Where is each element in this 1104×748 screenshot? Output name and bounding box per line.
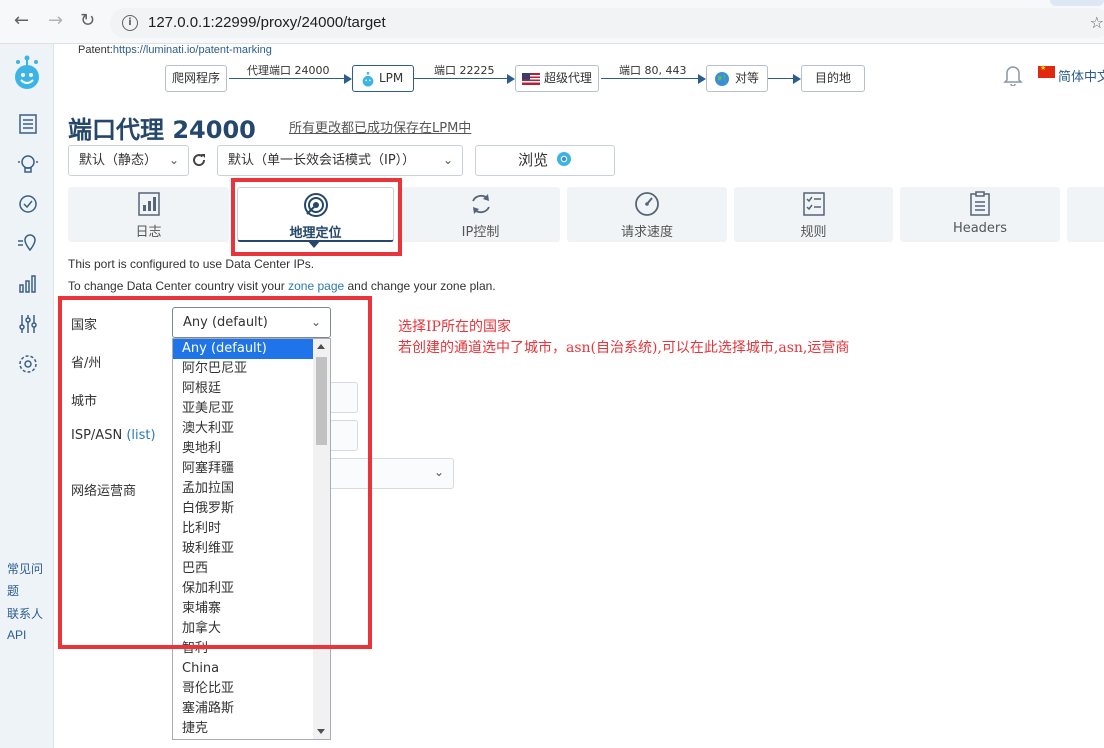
pipeline-connector bbox=[601, 78, 699, 79]
sliders-icon[interactable] bbox=[16, 312, 40, 336]
highlight-frame-tab bbox=[231, 178, 402, 256]
pipeline-lpm: LPM bbox=[352, 65, 414, 92]
url-text[interactable]: 127.0.0.1:22999/proxy/24000/target bbox=[148, 14, 386, 31]
tab-overflow[interactable] bbox=[1067, 187, 1104, 242]
tab-request-speed[interactable]: 请求速度 bbox=[567, 187, 727, 242]
country-option[interactable]: 哥伦比亚 bbox=[173, 679, 314, 699]
patent-label: Patent: bbox=[78, 44, 113, 56]
pipeline-arrow bbox=[344, 74, 352, 84]
browser-tab-edge bbox=[1050, 0, 1104, 6]
chrome-icon bbox=[556, 152, 571, 166]
headers-icon bbox=[970, 191, 990, 216]
pipeline-port-label: 端口 22225 bbox=[434, 64, 495, 77]
luminati-logo-icon[interactable] bbox=[12, 54, 42, 90]
ip-control-icon bbox=[471, 194, 490, 214]
stats-icon[interactable] bbox=[16, 272, 40, 296]
logs-icon bbox=[137, 192, 160, 216]
tab-ip-control[interactable]: IP控制 bbox=[401, 187, 560, 242]
notification-bell-icon[interactable] bbox=[1003, 64, 1023, 86]
address-bar[interactable]: i 127.0.0.1:22999/proxy/24000/target bbox=[110, 8, 1104, 38]
zone-change-text-end: and change your zone plan. bbox=[344, 279, 496, 293]
history-icon[interactable] bbox=[16, 192, 40, 216]
patent-link[interactable]: https://luminati.io/patent-marking bbox=[113, 44, 272, 56]
faq-link[interactable]: 常见问题 bbox=[7, 558, 51, 602]
country-option[interactable]: 塞浦路斯 bbox=[173, 699, 314, 719]
pipeline-arrow bbox=[698, 74, 706, 84]
zone-info-line: This port is configured to use Data Cent… bbox=[68, 257, 315, 271]
us-flag-icon bbox=[522, 73, 540, 85]
location-icon[interactable] bbox=[16, 232, 40, 256]
pipeline-peer: 对等 bbox=[706, 65, 768, 92]
chevron-down-icon: ⌄ bbox=[433, 465, 444, 479]
zone-change-line: To change Data Center country visit your… bbox=[68, 279, 496, 293]
country-option[interactable]: 捷克 bbox=[173, 719, 314, 739]
tab-logs-label: 日志 bbox=[135, 225, 162, 240]
contact-link[interactable]: 联系人 bbox=[7, 605, 43, 622]
pipeline-destination: 目的地 bbox=[801, 65, 865, 92]
preset-select[interactable]: 默认（静态） ⌄ bbox=[68, 145, 189, 176]
globe-icon bbox=[715, 72, 729, 86]
refresh-icon[interactable] bbox=[191, 152, 207, 168]
bookmark-star-icon[interactable]: ☆ bbox=[1090, 13, 1104, 32]
pipeline-arrow bbox=[507, 74, 515, 84]
annotation-country: 选择IP所在的国家 bbox=[398, 319, 511, 335]
back-icon[interactable]: ← bbox=[14, 10, 29, 31]
tab-ip-control-label: IP控制 bbox=[461, 225, 500, 240]
scroll-down-icon[interactable] bbox=[317, 729, 325, 734]
request-speed-icon bbox=[635, 192, 659, 216]
pipeline-crawler: 爬网程序 bbox=[165, 65, 228, 92]
pipeline-connector bbox=[768, 78, 794, 79]
pipeline-connector bbox=[414, 78, 508, 79]
china-flag-icon[interactable]: ★ bbox=[1038, 64, 1055, 78]
chevron-down-icon: ⌄ bbox=[442, 153, 453, 167]
annotation-city-asn: 若创建的通道选中了城市，asn(自治系统),可以在此选择城市,asn,运营商 bbox=[398, 340, 850, 356]
tab-logs[interactable]: 日志 bbox=[68, 187, 229, 242]
pipeline-port-label: 端口 80, 443 bbox=[619, 64, 687, 77]
browse-button-label: 浏览 bbox=[518, 151, 549, 169]
browser-toolbar: ← → ↻ i 127.0.0.1:22999/proxy/24000/targ… bbox=[0, 0, 1104, 44]
tab-rules-label: 规则 bbox=[800, 225, 827, 240]
patent-notice: Patent:https://luminati.io/patent-markin… bbox=[78, 44, 272, 56]
overview-icon[interactable] bbox=[16, 112, 40, 136]
tab-headers[interactable]: Headers bbox=[900, 187, 1060, 242]
tab-request-speed-label: 请求速度 bbox=[620, 225, 673, 240]
pipeline-arrow bbox=[793, 74, 801, 84]
reload-icon[interactable]: ↻ bbox=[80, 10, 95, 31]
settings-gear-icon[interactable] bbox=[16, 352, 40, 376]
saved-status: 所有更改都已成功保存在LPM中 bbox=[289, 121, 472, 136]
tab-rules[interactable]: 规则 bbox=[734, 187, 893, 242]
session-select-value: 默认（单一长效会话模式（IP）） bbox=[228, 153, 416, 168]
site-info-icon[interactable]: i bbox=[122, 15, 138, 31]
pipeline-port-label: 代理端口 24000 bbox=[247, 64, 330, 77]
page-title: 端口代理 24000 bbox=[68, 116, 256, 144]
rules-icon bbox=[802, 192, 825, 216]
browse-button[interactable]: 浏览 bbox=[475, 145, 615, 176]
pipeline-connector bbox=[229, 78, 345, 79]
api-link[interactable]: API bbox=[7, 628, 26, 642]
language-selector[interactable]: 简体中文 bbox=[1058, 66, 1104, 85]
zone-change-text: To change Data Center country visit your bbox=[68, 279, 289, 293]
session-select[interactable]: 默认（单一长效会话模式（IP）） ⌄ bbox=[217, 145, 463, 176]
tab-headers-label: Headers bbox=[952, 221, 1008, 236]
lightbulb-icon[interactable] bbox=[16, 152, 40, 176]
preset-select-value: 默认（静态） bbox=[79, 153, 158, 168]
pipeline-super-proxy: 超级代理 bbox=[515, 65, 600, 92]
left-sidebar: 常见问题 联系人 API bbox=[0, 44, 54, 748]
forward-icon[interactable]: → bbox=[48, 10, 63, 31]
highlight-frame-form bbox=[58, 296, 372, 649]
super-proxy-label: 超级代理 bbox=[544, 71, 593, 85]
chevron-down-icon: ⌄ bbox=[168, 153, 179, 167]
zone-page-link[interactable]: zone page bbox=[288, 279, 344, 293]
lpm-logo-icon bbox=[362, 71, 374, 87]
lpm-label: LPM bbox=[379, 71, 404, 85]
country-option[interactable]: China bbox=[173, 659, 314, 679]
peer-label: 对等 bbox=[735, 71, 760, 85]
